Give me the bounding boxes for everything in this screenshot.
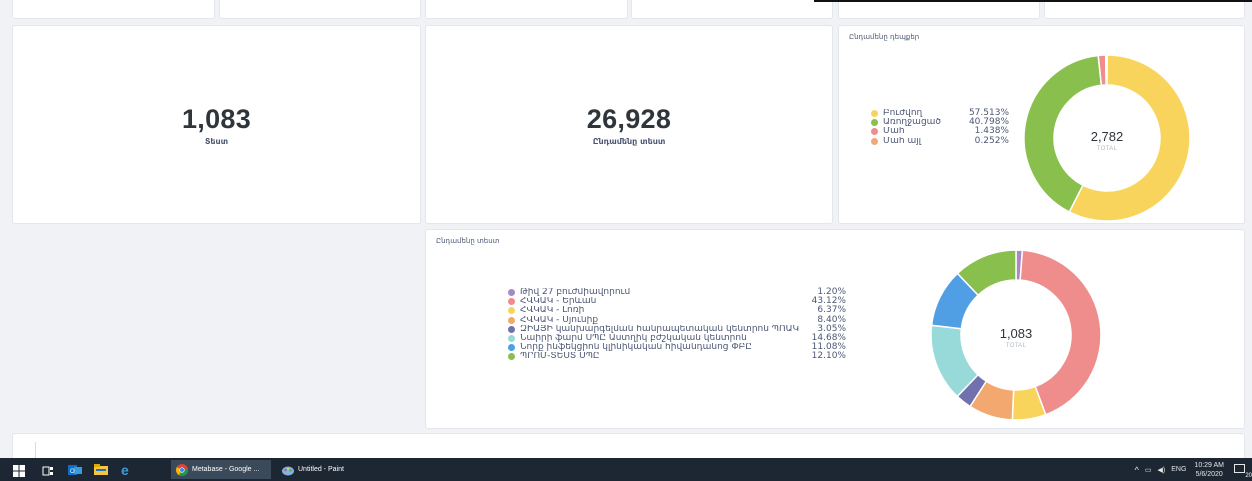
chevron-up-icon[interactable]: ^ [1135, 465, 1139, 475]
clock-date: 5/6/2020 [1195, 470, 1223, 478]
legend-item[interactable]: ԶԻԱՅԻ կանխարգելման հանրապետական կենտրոն … [508, 324, 846, 334]
scalar-card-total-tests[interactable]: 26,928 Ընդամենը տեստ [425, 25, 833, 224]
task-view-icon[interactable] [42, 462, 56, 476]
legend-percent: 0.252% [974, 135, 1009, 146]
donut-total-label: TOTAL [1006, 343, 1027, 349]
chart-legend: Բուժվող 57.513% Առողջացած 40.798% Մահ 1.438% Մ… [871, 108, 1009, 146]
windows-taskbar: Oe Metabase - Google ... Untitled - Paint… [0, 458, 1252, 481]
notification-count-badge: 20 [1245, 472, 1252, 479]
notification-icon [1234, 463, 1245, 473]
notification-center-button[interactable]: 20 [1232, 462, 1252, 479]
legend-item[interactable]: ՀՎԿԱԿ - Սյունիք 8.40% [508, 315, 846, 325]
legend-dot-icon [508, 344, 515, 352]
legend-item[interactable]: ՀՎԿԱԿ - Երևան 43.12% [508, 296, 846, 307]
legend-item[interactable]: Մահ այլ 0.252% [871, 135, 1009, 146]
donut-card-total-tests[interactable]: Ընդամենը տեստ Թիվ 27 բուժմիավորում 1.20% Հ… [425, 229, 1245, 429]
legend-dot-icon [871, 137, 878, 145]
system-tray: ^ ▭ ◀) ENG 10:29 AM 5/6/2020 20 [1135, 458, 1252, 481]
chrome-icon [175, 463, 188, 476]
legend-label: ՊՐՈՄ-ՏԵՍՏ ՍՊԸ [520, 352, 600, 362]
dashcard-top-5[interactable] [838, 0, 1040, 19]
chart-legend: Թիվ 27 բուժմիավորում 1.20% ՀՎԿԱԿ - Երևան 43… [508, 287, 846, 362]
legend-dot-icon [871, 119, 878, 127]
legend-label: Բուժվող [883, 109, 923, 118]
legend-label: Մահ [883, 127, 905, 137]
scalar-label: Տեստ [204, 136, 229, 146]
donut-chart: 2,782 TOTAL [1023, 54, 1191, 222]
donut-chart: 1,083 TOTAL [930, 249, 1102, 421]
legend-percent: 12.10% [811, 351, 846, 362]
scalar-value: 1,083 [181, 103, 252, 134]
empty-dashcard [12, 229, 421, 429]
legend-item[interactable]: ՀՎԿԱԿ - Լոռի 6.37% [508, 306, 846, 315]
legend-label: Նորք ինֆեկցիոն կլինիկական հիվանդանոց ՓԲԸ [520, 343, 752, 353]
dashcard-top-6[interactable] [1044, 0, 1245, 19]
donut-total-label: TOTAL [1097, 146, 1118, 152]
taskbar-app-label: Metabase - Google ... [192, 466, 260, 473]
legend-dot-icon [508, 298, 515, 306]
scalar-card-tests[interactable]: 1,083 Տեստ [12, 25, 421, 224]
windows-start-icon[interactable] [13, 462, 27, 477]
chart-title: Ընդամենը տեստ [436, 237, 500, 245]
donut-card-total-cases[interactable]: Ընդամենը դեպքեր Բուժվող 57.513% Առողջացած 4… [838, 25, 1245, 224]
legend-dot-icon [508, 307, 515, 315]
paint-icon [282, 464, 294, 476]
legend-label: ՀՎԿԱԿ - Երևան [520, 297, 597, 307]
language-indicator[interactable]: ENG [1171, 466, 1186, 473]
donut-slice-3[interactable] [1104, 54, 1108, 86]
file-explorer-icon[interactable] [94, 462, 108, 476]
legend-dot-icon [871, 110, 878, 118]
clock-time: 10:29 AM [1194, 461, 1224, 469]
legend-dot-icon [508, 335, 515, 343]
svg-text:O: O [70, 469, 75, 475]
donut-total-value: 1,083 [1000, 326, 1033, 341]
dashcard-top-4[interactable] [631, 0, 833, 19]
legend-dot-icon [508, 325, 515, 333]
dashcard-top-3[interactable] [425, 0, 628, 19]
scalar-value: 26,928 [586, 103, 672, 134]
legend-item[interactable]: ՊՐՈՄ-ՏԵՍՏ ՍՊԸ 12.10% [508, 352, 846, 361]
taskbar-app-button[interactable]: Metabase - Google ... [171, 460, 271, 479]
svg-text:e: e [121, 463, 129, 477]
outlook-icon[interactable]: O [68, 462, 82, 476]
legend-label: ՀՎԿԱԿ - Լոռի [520, 306, 585, 316]
taskbar-app-label: Untitled - Paint [298, 466, 344, 473]
donut-total-value: 2,782 [1091, 129, 1124, 144]
dashcard-top-1[interactable] [12, 0, 215, 19]
chart-title: Ընդամենը դեպքեր [849, 33, 920, 41]
legend-dot-icon [508, 353, 515, 361]
legend-label: Նաիրի ֆարմ ՍՊԸ Աստղիկ բժշկական կենտրոն [520, 333, 747, 343]
screenshot-overlay-line [814, 0, 1252, 2]
legend-item[interactable]: Նաիրի ֆարմ ՍՊԸ Աստղիկ բժշկական կենտրոն 14… [508, 333, 846, 343]
legend-label: Մահ այլ [883, 136, 922, 146]
legend-dot-icon [508, 316, 515, 324]
dashcard-top-2[interactable] [219, 0, 421, 19]
taskbar-app-button[interactable]: Untitled - Paint [277, 460, 359, 479]
legend-item[interactable]: Թիվ 27 բուժմիավորում 1.20% [508, 287, 846, 297]
scalar-label: Ընդամենը տեստ [592, 136, 666, 146]
volume-icon[interactable]: ◀) [1158, 466, 1166, 474]
legend-label: Առողջացած [883, 118, 942, 128]
legend-item[interactable]: Նորք ինֆեկցիոն կլինիկական հիվանդանոց ՓԲԸ… [508, 342, 846, 353]
clock[interactable]: 10:29 AM 5/6/2020 [1194, 461, 1224, 479]
legend-dot-icon [871, 128, 878, 136]
network-icon[interactable]: ▭ [1145, 466, 1152, 474]
legend-label: ԶԻԱՅԻ կանխարգելման հանրապետական կենտրոն … [520, 324, 800, 334]
legend-label: Թիվ 27 բուժմիավորում [520, 288, 631, 297]
legend-label: ՀՎԿԱԿ - Սյունիք [520, 315, 599, 325]
edge-icon[interactable]: e [120, 462, 134, 478]
legend-dot-icon [508, 289, 515, 297]
